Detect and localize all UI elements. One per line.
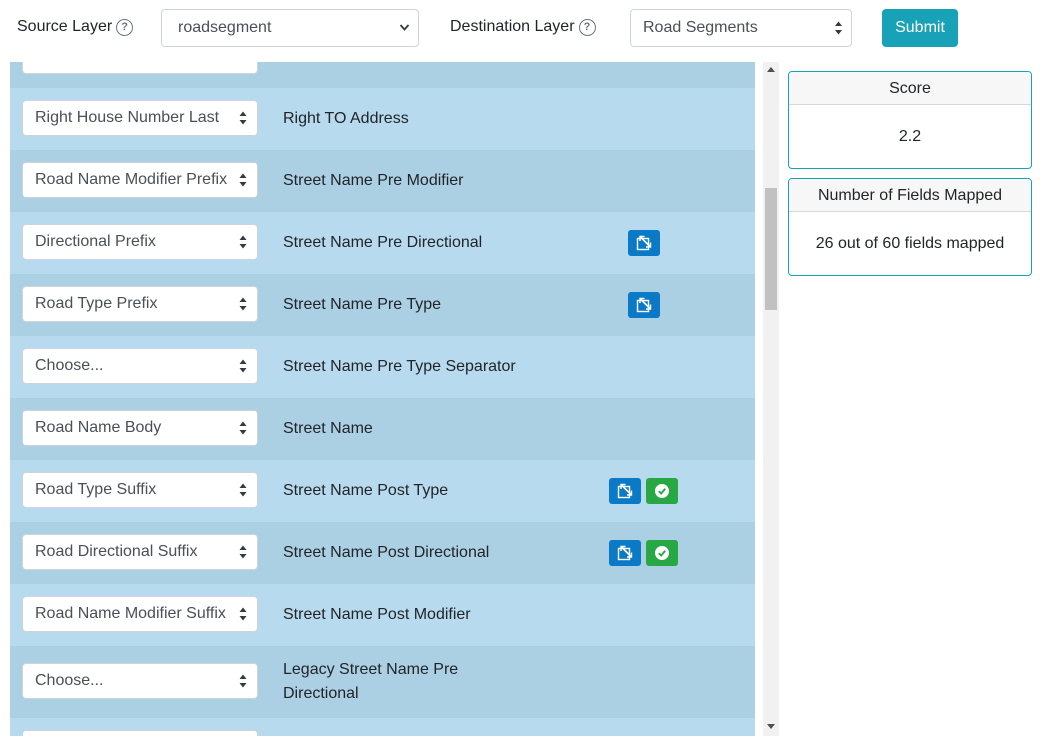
source-field-value: Choose...: [35, 672, 104, 689]
source-field-value: Road Type Prefix: [35, 295, 158, 312]
destination-field-label: Street Name Pre Directional: [283, 234, 483, 251]
destination-layer-label-wrap: Destination Layer?: [450, 18, 596, 36]
sort-arrows-icon: [834, 10, 843, 61]
table-row: [10, 718, 755, 736]
sort-arrows-icon: [239, 101, 247, 135]
page-bottom: [0, 736, 1042, 754]
destination-field-label: Street Name Pre Type Separator: [283, 358, 516, 375]
fields-mapped-card: Number of Fields Mapped 26 out of 60 fie…: [788, 178, 1032, 276]
source-layer-label-wrap: Source Layer?: [17, 18, 134, 36]
destination-layer-label: Destination Layer: [450, 18, 575, 35]
source-field-value: Road Type Suffix: [35, 481, 157, 498]
source-field-value: Road Name Modifier Suffix: [35, 605, 226, 622]
table-row: Directional Prefix Street Name Pre Direc…: [10, 212, 755, 274]
help-icon[interactable]: ?: [578, 19, 596, 36]
score-card: Score 2.2: [788, 71, 1032, 169]
expand-icon[interactable]: [628, 292, 660, 318]
field-mapping-list: Right House Number Last Right TO Address…: [10, 62, 755, 736]
sort-arrows-icon: [239, 664, 247, 698]
source-field-select[interactable]: Right House Number Last: [22, 100, 258, 136]
source-field-select[interactable]: Road Type Suffix: [22, 472, 258, 508]
source-field-select[interactable]: Road Directional Suffix: [22, 534, 258, 570]
table-row: Choose... Legacy Street Name Pre Directi…: [10, 646, 755, 718]
sort-arrows-icon: [239, 287, 247, 321]
sort-arrows-icon: [239, 473, 247, 507]
source-field-select[interactable]: Choose...: [22, 663, 258, 699]
table-row: Choose... Street Name Pre Type Separator: [10, 336, 755, 398]
check-circle-icon[interactable]: [646, 478, 678, 504]
table-row: Road Type Suffix Street Name Post Type: [10, 460, 755, 522]
source-field-value: Road Name Modifier Prefix: [35, 171, 228, 188]
source-layer-value: roadsegment: [178, 19, 272, 36]
table-row: Road Name Modifier Prefix Street Name Pr…: [10, 150, 755, 212]
top-toolbar: Source Layer? roadsegment Destination La…: [0, 0, 1042, 60]
destination-field-label: Street Name Post Modifier: [283, 606, 471, 623]
source-field-value: Road Name Body: [35, 419, 162, 436]
source-field-value: Road Directional Suffix: [35, 543, 198, 560]
destination-field-label: Street Name: [283, 420, 373, 437]
chevron-down-icon: [399, 10, 410, 61]
source-field-select[interactable]: Directional Prefix: [22, 224, 258, 260]
destination-field-label: Street Name Post Directional: [283, 544, 490, 561]
sort-arrows-icon: [239, 597, 247, 631]
list-scrollbar[interactable]: [763, 62, 779, 736]
table-row: Road Type Prefix Street Name Pre Type: [10, 274, 755, 336]
source-field-value: Right House Number Last: [35, 109, 220, 126]
destination-field-label: Street Name Pre Type: [283, 296, 441, 313]
destination-field-label: Right TO Address: [283, 110, 409, 127]
table-row: [10, 62, 755, 88]
source-field-select[interactable]: Road Name Body: [22, 410, 258, 446]
scroll-up-arrow-icon[interactable]: [767, 67, 775, 72]
sort-arrows-icon: [239, 411, 247, 445]
scroll-down-arrow-icon[interactable]: [767, 724, 775, 729]
check-circle-icon[interactable]: [646, 540, 678, 566]
fields-mapped-value: 26 out of 60 fields mapped: [815, 235, 1005, 252]
expand-icon[interactable]: [628, 230, 660, 256]
destination-layer-value: Road Segments: [643, 19, 758, 36]
destination-field-label: Street Name Post Type: [283, 482, 449, 499]
expand-icon[interactable]: [609, 540, 641, 566]
sort-arrows-icon: [239, 225, 247, 259]
table-row: Road Directional Suffix Street Name Post…: [10, 522, 755, 584]
destination-layer-select[interactable]: Road Segments: [630, 9, 852, 47]
source-field-select[interactable]: Choose...: [22, 348, 258, 384]
sort-arrows-icon: [239, 535, 247, 569]
table-row: Road Name Body Street Name: [10, 398, 755, 460]
source-field-select[interactable]: Road Name Modifier Suffix: [22, 596, 258, 632]
help-icon[interactable]: ?: [116, 19, 134, 36]
destination-field-label: Street Name Pre Modifier: [283, 172, 464, 189]
source-layer-label: Source Layer: [17, 18, 113, 35]
score-value: 2.2: [898, 128, 922, 145]
table-row: Right House Number Last Right TO Address: [10, 88, 755, 150]
source-field-select[interactable]: Road Type Prefix: [22, 286, 258, 322]
source-field-select[interactable]: Road Name Modifier Prefix: [22, 162, 258, 198]
fields-mapped-title: Number of Fields Mapped: [789, 179, 1031, 212]
source-layer-select[interactable]: roadsegment: [161, 9, 419, 47]
score-card-title: Score: [789, 72, 1031, 105]
source-field-value: Directional Prefix: [35, 233, 156, 250]
source-field-select[interactable]: [22, 62, 258, 74]
sort-arrows-icon: [239, 349, 247, 383]
sort-arrows-icon: [239, 163, 247, 197]
destination-field-label: Legacy Street Name Pre Directional: [283, 661, 459, 702]
expand-icon[interactable]: [609, 478, 641, 504]
source-field-value: Choose...: [35, 357, 104, 374]
table-row: Road Name Modifier Suffix Street Name Po…: [10, 584, 755, 646]
scrollbar-thumb[interactable]: [765, 188, 777, 310]
submit-button[interactable]: Submit: [882, 9, 958, 47]
